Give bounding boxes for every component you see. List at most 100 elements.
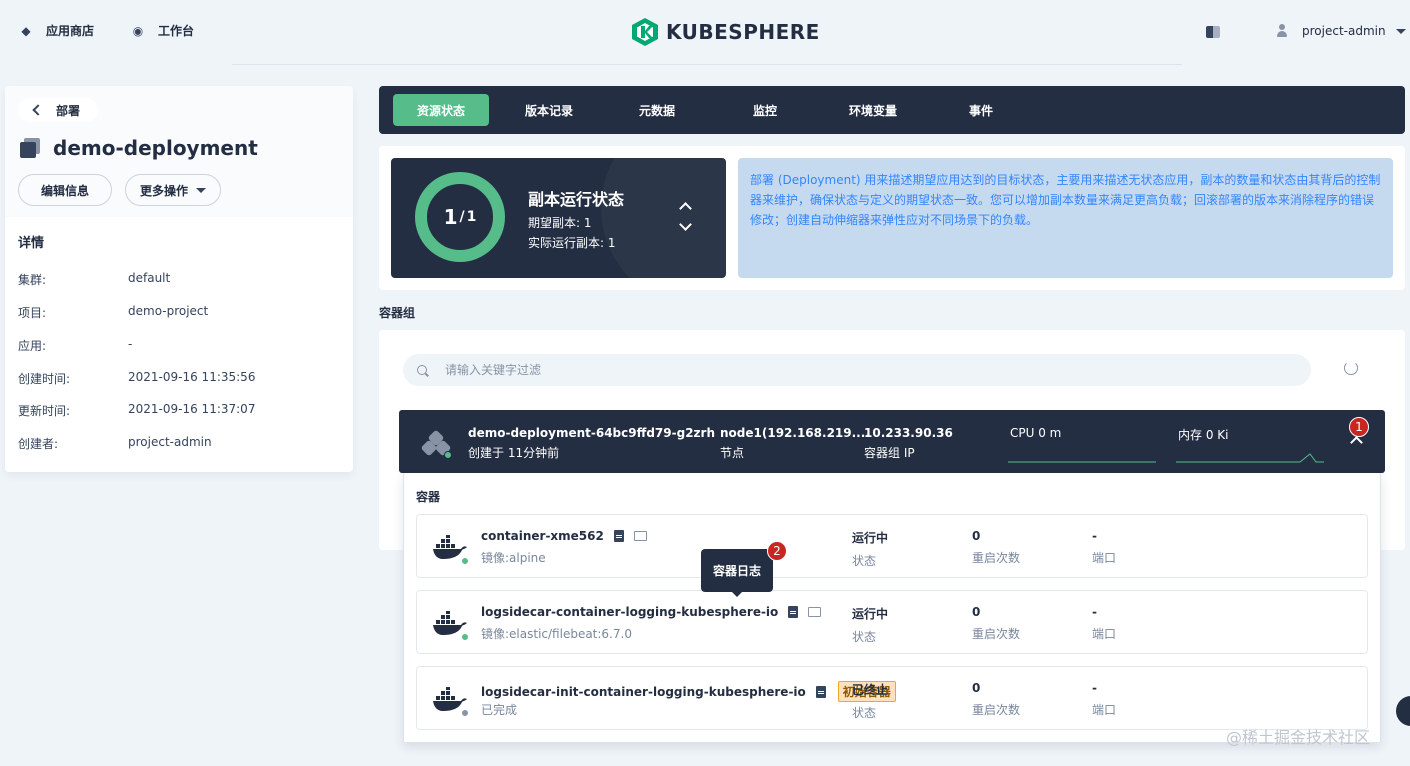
container-row[interactable]: logsidecar-init-container-logging-kubesp… [416,666,1368,730]
detail-value: 2021-09-16 11:37:07 [128,402,256,416]
nav-workbench[interactable]: ◉ 工作台 [130,22,194,39]
container-image: 镜像:elastic/filebeat:6.7.0 [481,627,632,641]
container-image: 镜像:alpine [481,551,546,565]
detail-value: project-admin [128,435,212,449]
tab-events[interactable]: 事件 [933,94,1029,126]
docker-icon [433,611,467,635]
container-restarts: 0 [972,529,981,543]
pod-memory: 内存 0 Ki [1178,428,1229,442]
refresh-icon[interactable] [1344,361,1358,375]
containers-label: 容器 [416,490,441,504]
edit-info-label: 编辑信息 [40,183,89,198]
tab-environment-variables[interactable]: 环境变量 [825,94,921,126]
pod-name[interactable]: demo-deployment-64bc9ffd79-g2zrh [468,426,715,440]
detail-key: 更新时间: [18,404,71,418]
container-status: 已终止 [852,683,889,697]
detail-key: 创建者: [18,437,59,451]
container-row[interactable]: container-xme562 镜像:alpine 运行中 状态 0 重启次数… [416,514,1368,578]
deployment-description: 部署 (Deployment) 用来描述期望应用达到的目标状态，主要用来描述无状… [738,158,1393,278]
pod-search[interactable] [403,354,1311,386]
container-status-dot [461,557,469,565]
chevron-down-icon [1395,28,1406,34]
detail-row-created: 创建时间: 2021-09-16 11:35:56 [18,370,255,387]
running-replicas: 实际运行副本: 1 [528,236,616,250]
chevron-left-icon [32,104,44,116]
detail-key: 应用: [18,339,47,353]
container-restarts-col: 0 重启次数 [972,605,1020,642]
pod-node-col: node1(192.168.219.... 节点 [720,426,870,461]
more-actions-button[interactable]: 更多操作 [125,174,221,206]
pod-cpu-col: CPU 0 m [1010,426,1061,440]
detail-row-updated: 更新时间: 2021-09-16 11:37:07 [18,402,255,419]
container-restarts-label: 重启次数 [972,627,1021,641]
container-log-icon[interactable] [613,530,624,542]
pods-section-label: 容器组 [379,306,416,320]
deployment-icon [18,136,42,160]
chevron-down-icon [196,187,206,193]
user-menu[interactable]: project-admin [1276,24,1406,38]
search-input[interactable] [445,363,1245,377]
container-image: 已完成 [481,703,518,717]
detail-row-creator: 创建者: project-admin [18,435,212,452]
toolbox-button[interactable] [1396,696,1410,726]
tab-revision-records[interactable]: 版本记录 [501,94,597,126]
container-log-tooltip: 容器日志 [701,549,773,597]
deployment-name: demo-deployment [53,136,258,160]
detail-row-project: 项目: demo-project [18,304,208,321]
container-name-line: logsidecar-container-logging-kubesphere-… [481,605,822,619]
nav-app-store[interactable]: ◆ 应用商店 [18,22,94,39]
container-name[interactable]: container-xme562 [481,529,604,543]
pod-cpu: CPU 0 m [1010,426,1062,440]
theme-toggle-icon[interactable] [1206,26,1220,38]
detail-value: 2021-09-16 11:35:56 [128,370,256,384]
container-port: - [1092,605,1097,619]
tab-resource-status[interactable]: 资源状态 [393,94,489,126]
step-badge-1: 1 [1349,417,1369,437]
terminal-icon[interactable] [808,607,822,617]
container-row[interactable]: logsidecar-container-logging-kubesphere-… [416,590,1368,654]
details-heading: 详情 [18,236,45,251]
kubesphere-logo-icon [632,18,658,46]
container-log-icon[interactable] [788,606,799,618]
container-port-label: 端口 [1092,627,1117,641]
replica-current: 1 [443,205,458,229]
replica-stepper[interactable] [677,198,695,238]
detail-key: 创建时间: [18,372,71,386]
container-restarts-col: 0 重启次数 [972,681,1020,718]
detail-row-cluster: 集群: default [18,271,170,288]
pod-name-col: demo-deployment-64bc9ffd79-g2zrh 创建于 11分… [468,426,715,461]
container-restarts: 0 [972,605,981,619]
tab-monitoring[interactable]: 监控 [717,94,813,126]
nav-workbench-label: 工作台 [158,24,195,38]
container-restarts: 0 [972,681,981,695]
container-port-col: - 端口 [1092,681,1116,718]
container-log-icon[interactable] [815,685,826,698]
back-button[interactable]: 部署 [18,98,98,122]
logo-text: KUBESPHERE [666,20,820,44]
pod-node[interactable]: node1(192.168.219.... [720,426,870,440]
kubesphere-logo[interactable]: KUBESPHERE [632,18,820,46]
detail-key: 项目: [18,306,47,320]
container-name-line: logsidecar-init-container-logging-kubesp… [481,681,896,702]
detail-row-app: 应用: - [18,337,132,354]
container-name-line: container-xme562 [481,529,647,543]
container-name[interactable]: logsidecar-container-logging-kubesphere-… [481,605,778,619]
container-status-col: 运行中 状态 [852,529,888,569]
more-actions-label: 更多操作 [139,183,188,198]
container-port: - [1092,681,1097,695]
app-store-icon: ◆ [21,23,31,38]
edit-info-button[interactable]: 编辑信息 [18,174,112,206]
container-name[interactable]: logsidecar-init-container-logging-kubesp… [481,685,806,699]
detail-value: demo-project [128,304,209,318]
container-restarts-col: 0 重启次数 [972,529,1020,566]
chevron-up-icon[interactable] [679,202,692,215]
terminal-icon[interactable] [633,531,647,541]
nav-app-store-label: 应用商店 [46,24,95,38]
container-port: - [1092,529,1097,543]
replica-total: 1 [466,209,477,225]
desired-replicas: 期望副本: 1 [528,216,592,230]
pod-node-label: 节点 [720,446,745,460]
tab-metadata[interactable]: 元数据 [609,94,705,126]
chevron-down-icon[interactable] [679,218,692,231]
step-badge-2: 2 [767,541,787,561]
